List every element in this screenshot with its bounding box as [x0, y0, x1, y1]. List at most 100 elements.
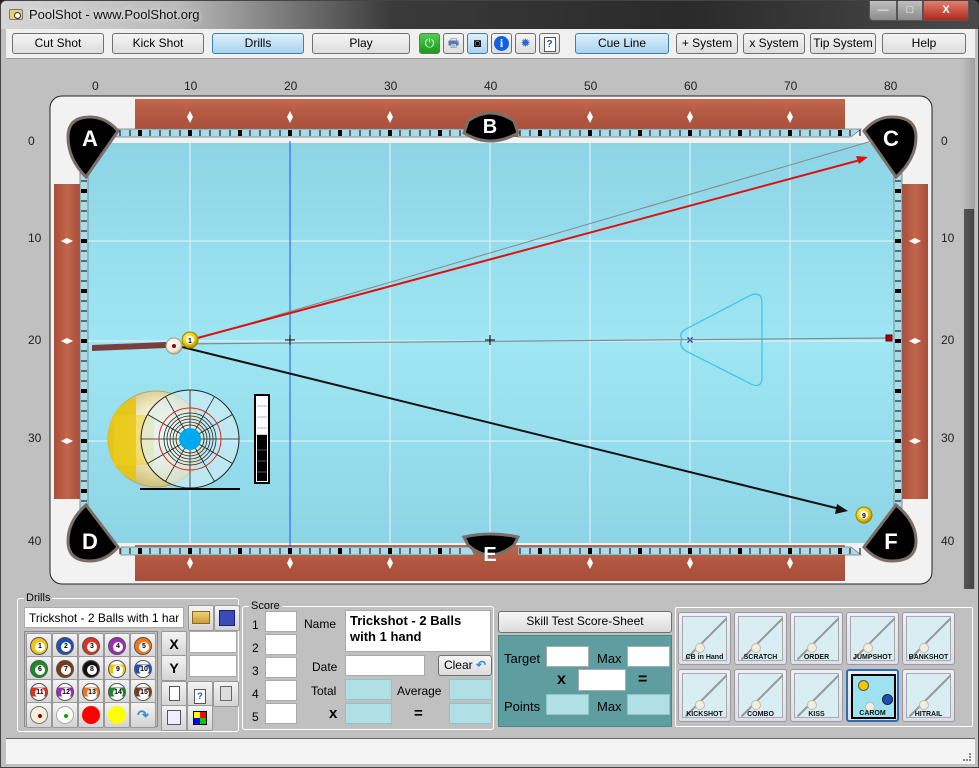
- pool-table[interactable]: A B C D E F 1 9: [6, 59, 961, 589]
- score-name-field[interactable]: Trickshot - 2 Balls with 1 hand: [345, 610, 491, 652]
- score-row-field[interactable]: [265, 680, 297, 701]
- shot-type-cb-in-hand-button[interactable]: CB in Hand: [678, 612, 731, 665]
- play-button[interactable]: Play: [312, 33, 410, 54]
- shot-type-scratch-button[interactable]: SCRATCH: [734, 612, 787, 665]
- print-icon: 🖶: [447, 36, 460, 50]
- cut-shot-button[interactable]: Cut Shot: [12, 33, 104, 54]
- skill-test-button[interactable]: Skill Test Score-Sheet: [498, 611, 672, 633]
- new-document-icon: [168, 686, 180, 701]
- drill-list-button[interactable]: [213, 681, 239, 707]
- cue-line-button[interactable]: Cue Line: [575, 33, 669, 54]
- open-drill-button[interactable]: [188, 605, 214, 631]
- drill-name-input[interactable]: [24, 607, 184, 628]
- cue-tip-position: [179, 428, 201, 450]
- target-field[interactable]: [546, 646, 589, 667]
- pocket-label-c: C: [883, 126, 899, 151]
- drill-help-button[interactable]: ?: [187, 681, 213, 707]
- info-button[interactable]: i: [491, 33, 512, 54]
- points-field[interactable]: [546, 694, 589, 715]
- power-button[interactable]: ⏻: [419, 33, 440, 54]
- edit-notes-button[interactable]: [161, 705, 187, 731]
- date-field[interactable]: [345, 655, 425, 676]
- multiplier-field[interactable]: [345, 703, 392, 724]
- shot-type-carom-button[interactable]: CAROM: [846, 669, 899, 722]
- resize-grip-icon[interactable]: [963, 753, 971, 761]
- target-label: Target: [504, 651, 541, 666]
- x-system-button[interactable]: x System: [743, 33, 805, 54]
- multiply-label: x: [329, 705, 338, 722]
- redo-arrow-icon: ↷: [137, 707, 149, 723]
- total-field[interactable]: [345, 679, 392, 700]
- maximize-button[interactable]: □: [897, 1, 923, 21]
- table-canvas[interactable]: 0 10 20 30 40 50 60 70 80 0 10 20 30 40 …: [6, 59, 961, 589]
- average-field[interactable]: [449, 679, 492, 700]
- redo-button[interactable]: ↷: [130, 702, 156, 728]
- y-coord-input[interactable]: [189, 655, 237, 677]
- red-marker-button[interactable]: [78, 702, 104, 728]
- shot-type-label: ORDER: [803, 654, 830, 661]
- shot-type-bankshot-button[interactable]: BANKSHOT: [902, 612, 955, 665]
- skill-multiply-label: x: [557, 671, 566, 688]
- help-doc-button[interactable]: ?: [539, 33, 560, 54]
- score-row-label: 5: [252, 710, 259, 724]
- color-grid-icon: [193, 711, 207, 725]
- score-row-label: 2: [252, 641, 259, 655]
- clear-button[interactable]: Clear ↶: [438, 655, 492, 676]
- ball-icon: 14: [108, 683, 126, 701]
- score-row-field[interactable]: [265, 634, 297, 655]
- max-field[interactable]: [627, 646, 670, 667]
- score-row-field[interactable]: [265, 657, 297, 678]
- scrollbar-thumb[interactable]: [964, 209, 974, 589]
- plus-system-button[interactable]: + System: [676, 33, 738, 54]
- app-window: PoolShot - www.PoolShot.org — □ X Cut Sh…: [0, 0, 979, 768]
- shot-type-label: JUMPSHOT: [853, 654, 892, 661]
- average-label: Average: [397, 684, 442, 698]
- score-row-field[interactable]: [265, 703, 297, 724]
- drills-button[interactable]: Drills: [212, 33, 304, 54]
- ball-icon: 12: [56, 683, 74, 701]
- shot-type-hitrail-button[interactable]: HITRAIL: [902, 669, 955, 722]
- max-label: Max: [597, 651, 622, 666]
- shot-type-label: CB in Hand: [685, 654, 724, 661]
- pocket-b: B: [462, 111, 520, 143]
- undo-arrow-icon: ↶: [475, 658, 487, 672]
- date-label: Date: [312, 660, 338, 674]
- yellow-marker-button[interactable]: [104, 702, 130, 728]
- score-row-field[interactable]: [265, 611, 297, 632]
- points-max-field[interactable]: [627, 694, 670, 715]
- new-drill-button[interactable]: [161, 681, 187, 707]
- vertical-scrollbar[interactable]: [963, 59, 975, 589]
- ghost-ball-button[interactable]: [52, 702, 78, 728]
- color-palette-button[interactable]: [187, 705, 213, 731]
- svg-text:9: 9: [862, 513, 866, 520]
- ball-1: 1: [181, 331, 199, 349]
- settings-button[interactable]: ✹: [515, 33, 536, 54]
- help-doc-icon: ?: [543, 37, 556, 52]
- save-drill-button[interactable]: [214, 605, 240, 631]
- svg-text:1: 1: [188, 338, 192, 345]
- score-row-label: 1: [252, 618, 259, 632]
- print-button[interactable]: 🖶: [443, 33, 464, 54]
- shot-type-order-button[interactable]: ORDER: [790, 612, 843, 665]
- skill-multiplier-field[interactable]: [578, 669, 626, 691]
- score-row-label: 3: [252, 664, 259, 678]
- name-label: Name: [304, 617, 337, 631]
- y-coord-button[interactable]: Y: [161, 655, 187, 681]
- shot-type-jumpshot-button[interactable]: JUMPSHOT: [846, 612, 899, 665]
- result-field[interactable]: [449, 703, 492, 724]
- kick-shot-button[interactable]: Kick Shot: [112, 33, 204, 54]
- shot-type-kickshot-button[interactable]: KICKSHOT: [678, 669, 731, 722]
- shot-type-kiss-button[interactable]: KISS: [790, 669, 843, 722]
- cue-ball-button[interactable]: [26, 702, 52, 728]
- total-label: Total: [311, 684, 337, 698]
- shot-type-combo-button[interactable]: COMBO: [734, 669, 787, 722]
- ball-icon: 2: [56, 637, 74, 655]
- x-coord-button[interactable]: X: [161, 631, 187, 657]
- minimize-button[interactable]: —: [869, 1, 897, 21]
- help-button[interactable]: Help: [882, 33, 966, 54]
- tip-system-button[interactable]: Tip System: [810, 33, 876, 54]
- x-coord-input[interactable]: [189, 631, 237, 653]
- camera-button[interactable]: ◙: [467, 33, 488, 54]
- pocket-label-b: B: [483, 116, 497, 138]
- close-button[interactable]: X: [923, 1, 969, 21]
